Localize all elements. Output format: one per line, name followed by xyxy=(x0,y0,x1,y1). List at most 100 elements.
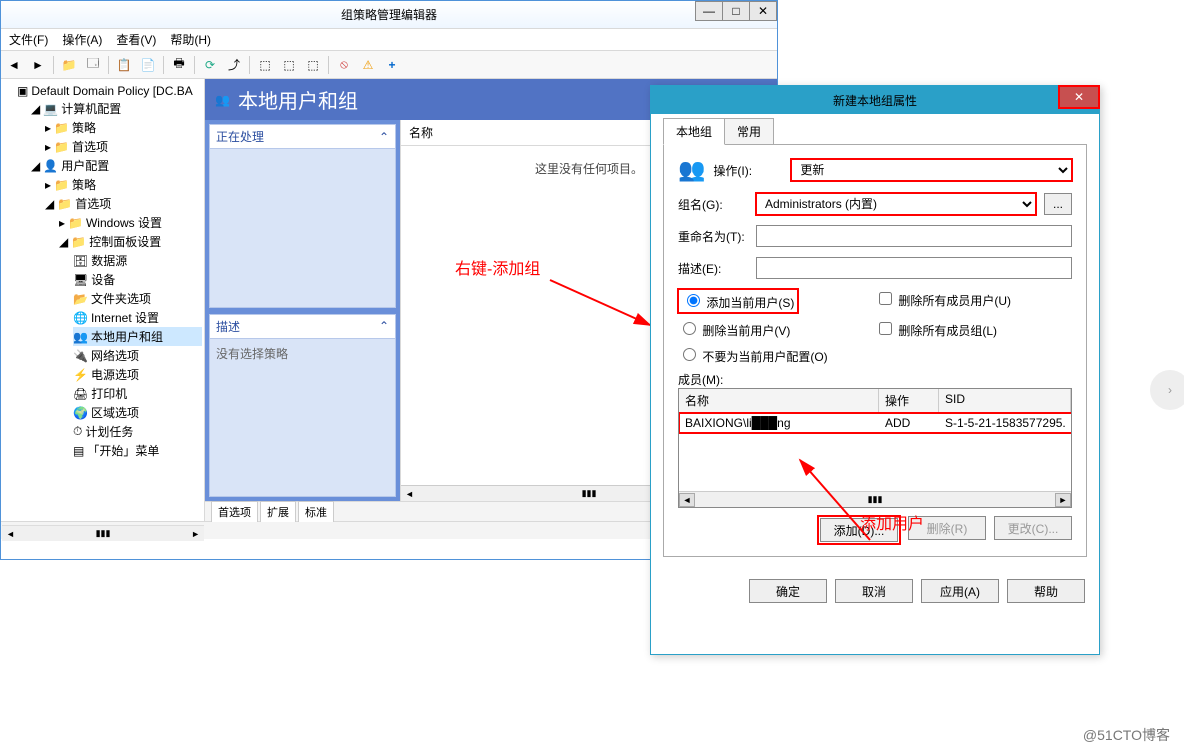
tab-common[interactable]: 常用 xyxy=(724,118,774,145)
groupname-select[interactable]: Administrators (内置) xyxy=(756,193,1036,215)
members-listview[interactable]: 名称 操作 SID BAIXIONG\li███ng ADD S-1-5-21-… xyxy=(678,388,1072,508)
new-local-group-dialog: 新建本地组属性 ✕ 本地组 常用 👥 操作(I): 更新 组名(G): Admi… xyxy=(650,85,1100,655)
tree-power[interactable]: ⚡电源选项 xyxy=(73,365,202,384)
tree-folderopts[interactable]: 📂文件夹选项 xyxy=(73,289,202,308)
dialog-close-button[interactable]: ✕ xyxy=(1059,86,1099,108)
processing-title: 正在处理 xyxy=(216,128,264,145)
collapse-icon[interactable]: ⌃ xyxy=(379,319,389,333)
tool1-icon[interactable]: ⬚ xyxy=(256,56,274,74)
menu-action[interactable]: 操作(A) xyxy=(62,31,102,48)
stop-icon[interactable]: ⦸ xyxy=(335,56,353,74)
maximize-button[interactable]: □ xyxy=(722,1,750,21)
members-col-sid[interactable]: SID xyxy=(939,389,1071,412)
details-icon[interactable]: 🗔 xyxy=(84,56,102,74)
add-icon[interactable]: + xyxy=(383,56,401,74)
tree-policies[interactable]: ▸📁策略 xyxy=(45,118,202,137)
radio-no-config[interactable]: 不要为当前用户配置(O) xyxy=(678,350,828,364)
close-button[interactable]: ✕ xyxy=(749,1,777,21)
menu-help[interactable]: 帮助(H) xyxy=(170,31,211,48)
tab-prefs[interactable]: 首选项 xyxy=(211,501,258,522)
refresh-icon[interactable]: ⟳ xyxy=(201,56,219,74)
tab-ext[interactable]: 扩展 xyxy=(260,501,296,522)
desc-title: 描述 xyxy=(216,318,240,335)
tree-printers[interactable]: 🖨打印机 xyxy=(73,384,202,403)
tree-prefs[interactable]: ▸📁首选项 xyxy=(45,137,202,156)
dialog-titlebar: 新建本地组属性 ✕ xyxy=(651,86,1099,114)
member-row[interactable]: BAIXIONG\li███ng ADD S-1-5-21-1583577295… xyxy=(679,413,1072,433)
desc-body: 没有选择策略 xyxy=(210,339,395,399)
label-groupname: 组名(G): xyxy=(678,196,748,213)
radio-del-current-user[interactable]: 删除当前用户(V) xyxy=(678,324,790,338)
browse-button[interactable]: ... xyxy=(1044,193,1072,215)
tree-network[interactable]: 🔌网络选项 xyxy=(73,346,202,365)
description-card: 描述 ⌃ 没有选择策略 xyxy=(209,314,396,498)
tree-user-config[interactable]: ◢👤用户配置 xyxy=(31,156,202,175)
tree-local-users-groups[interactable]: 👥本地用户和组 xyxy=(73,327,202,346)
back-icon[interactable]: ◄ xyxy=(5,56,23,74)
tree-panel[interactable]: ▣Default Domain Policy [DC.BA ◢💻计算机配置 ▸📁… xyxy=(1,79,205,521)
dialog-title-text: 新建本地组属性 xyxy=(833,92,917,109)
tree-hscroll[interactable]: ◄▮▮▮► xyxy=(2,525,204,541)
users-groups-icon: 👥 xyxy=(215,93,230,107)
window-controls: — □ ✕ xyxy=(696,1,777,21)
tab-std[interactable]: 标准 xyxy=(298,501,334,522)
tree-region[interactable]: 🌍区域选项 xyxy=(73,403,202,422)
description-input[interactable] xyxy=(756,257,1072,279)
tree-prefs2[interactable]: ◢📁首选项 xyxy=(45,194,202,213)
help-button[interactable]: 帮助 xyxy=(1007,579,1085,603)
member-sid: S-1-5-21-1583577295. xyxy=(945,416,1072,430)
menu-file[interactable]: 文件(F) xyxy=(9,31,48,48)
tool3-icon[interactable]: ⬚ xyxy=(304,56,322,74)
paste-icon[interactable]: 📄 xyxy=(139,56,157,74)
warn-icon[interactable]: ⚠ xyxy=(359,56,377,74)
minimize-button[interactable]: — xyxy=(695,1,723,21)
label-rename: 重命名为(T): xyxy=(678,228,748,245)
chk-remove-all-groups[interactable]: 删除所有成员组(L) xyxy=(875,324,997,338)
tree-startmenu[interactable]: ▤「开始」菜单 xyxy=(73,441,202,460)
titlebar: 组策略管理编辑器 — □ ✕ xyxy=(1,1,777,29)
ok-button[interactable]: 确定 xyxy=(749,579,827,603)
tree-policies2[interactable]: ▸📁策略 xyxy=(45,175,202,194)
col-name[interactable]: 名称 xyxy=(401,120,677,145)
label-members: 成员(M): xyxy=(678,371,1072,388)
tree-windows-settings[interactable]: ▸📁Windows 设置 xyxy=(59,213,202,232)
members-col-name[interactable]: 名称 xyxy=(679,389,879,412)
tree-controlpanel[interactable]: ◢📁控制面板设置 xyxy=(59,232,202,251)
folder-icon[interactable]: 📁 xyxy=(60,56,78,74)
radio-add-current-user[interactable]: 添加当前用户(S) xyxy=(678,289,798,313)
tree-internet[interactable]: 🌐Internet 设置 xyxy=(73,308,202,327)
info-panel: 正在处理 ⌃ 描述 ⌃ 没有选择策略 xyxy=(205,120,400,501)
copy-icon[interactable]: 📋 xyxy=(115,56,133,74)
add-member-button[interactable]: 添加(D)... xyxy=(820,518,898,542)
chk-remove-all-users[interactable]: 删除所有成员用户(U) xyxy=(875,294,1011,308)
member-name: BAIXIONG\li███ng xyxy=(685,416,885,430)
cancel-button[interactable]: 取消 xyxy=(835,579,913,603)
members-col-action[interactable]: 操作 xyxy=(879,389,939,412)
forward-icon[interactable]: ► xyxy=(29,56,47,74)
menu-view[interactable]: 查看(V) xyxy=(116,31,156,48)
change-member-button[interactable]: 更改(C)... xyxy=(994,516,1072,540)
action-select[interactable]: 更新 xyxy=(791,159,1072,181)
dialog-tabs: 本地组 常用 xyxy=(663,118,1087,145)
label-description: 描述(E): xyxy=(678,260,748,277)
tree-schedtasks[interactable]: ⏱计划任务 xyxy=(73,422,202,441)
tree-computer-config[interactable]: ◢💻计算机配置 xyxy=(31,99,202,118)
users-icon: 👥 xyxy=(678,157,705,183)
members-hscroll[interactable]: ◄▮▮▮► xyxy=(679,491,1071,507)
page-scroll-indicator[interactable]: › xyxy=(1150,370,1184,410)
print-icon[interactable]: 🖶 xyxy=(170,56,188,74)
toolbar: ◄ ► 📁 🗔 📋 📄 🖶 ⟳ ⤴ ⬚ ⬚ ⬚ ⦸ ⚠ + xyxy=(1,51,777,79)
tree-root[interactable]: ▣Default Domain Policy [DC.BA xyxy=(17,83,202,99)
window-title: 组策略管理编辑器 xyxy=(341,6,437,23)
remove-member-button[interactable]: 删除(R) xyxy=(908,516,986,540)
member-action: ADD xyxy=(885,416,945,430)
tool2-icon[interactable]: ⬚ xyxy=(280,56,298,74)
tab-localgroup[interactable]: 本地组 xyxy=(663,118,725,145)
rename-input[interactable] xyxy=(756,225,1072,247)
tree-devices[interactable]: 🖥设备 xyxy=(73,270,202,289)
export-icon[interactable]: ⤴ xyxy=(225,56,243,74)
menubar: 文件(F) 操作(A) 查看(V) 帮助(H) xyxy=(1,29,777,51)
tree-datasources[interactable]: 🗄数据源 xyxy=(73,251,202,270)
collapse-icon[interactable]: ⌃ xyxy=(379,130,389,144)
apply-button[interactable]: 应用(A) xyxy=(921,579,999,603)
